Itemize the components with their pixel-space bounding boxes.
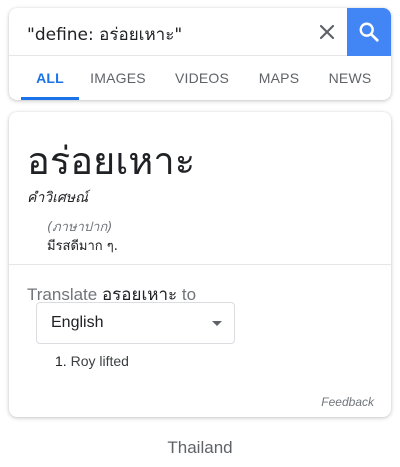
tab-videos[interactable]: VIDEOS [169, 56, 235, 100]
footer-location: Thailand [167, 438, 233, 457]
feedback-link[interactable]: Feedback [321, 395, 374, 409]
part-of-speech: คำวิเศษณ์ [27, 190, 88, 206]
result-text: Roy lifted [66, 353, 129, 369]
close-icon [319, 24, 335, 40]
result-number: 1. [55, 353, 67, 369]
search-input[interactable]: "define: อร่อยเหาะ" [27, 21, 182, 48]
headword: อร่อยเหาะ [27, 139, 196, 183]
tab-news[interactable]: NEWS [319, 56, 381, 100]
tab-maps[interactable]: MAPS [249, 56, 309, 100]
tab-images[interactable]: IMAGES [83, 56, 153, 100]
language-select[interactable]: English [36, 302, 235, 344]
translation-result: 1. Roy lifted [55, 353, 129, 369]
tab-all[interactable]: ALL [21, 56, 79, 100]
clear-search-button[interactable] [315, 20, 339, 44]
selected-language: English [51, 314, 104, 331]
search-bar: "define: อร่อยเหาะ" [9, 8, 391, 56]
divider [9, 264, 391, 265]
definition: มีรสดีมาก ๆ. [47, 239, 118, 254]
search-tabs: ALL IMAGES VIDEOS MAPS NEWS [9, 56, 391, 100]
usage-register: (ภาษาปาก) [47, 220, 113, 235]
search-button[interactable] [347, 8, 391, 56]
dropdown-caret-icon [212, 321, 222, 326]
search-card: "define: อร่อยเหาะ" ALL IMAGES VIDEOS MA… [9, 8, 391, 100]
dictionary-card: อร่อยเหาะ คำวิเศษณ์ (ภาษาปาก) มีรสดีมาก … [9, 112, 391, 417]
search-icon [359, 22, 379, 42]
